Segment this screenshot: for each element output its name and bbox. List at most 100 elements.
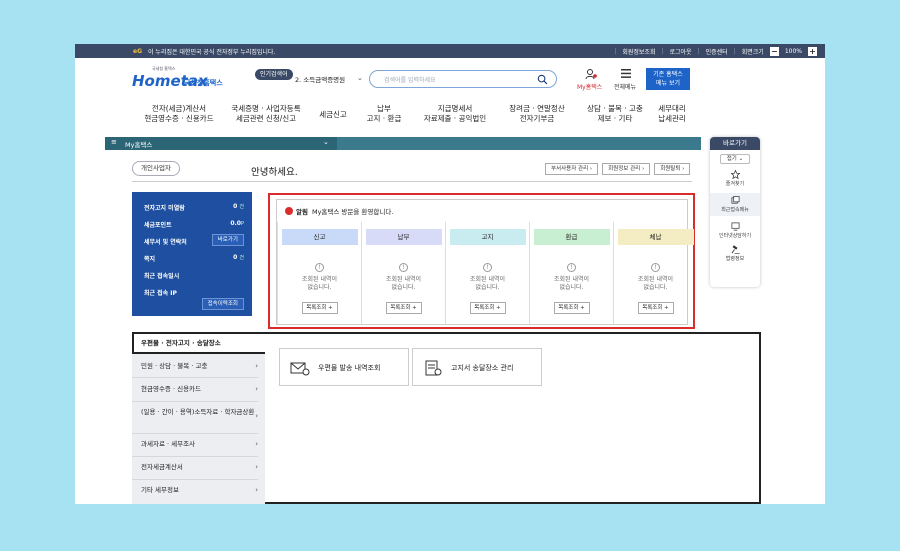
- list-view-button[interactable]: 목록조회 +: [637, 302, 674, 314]
- nav-item-tax-filing[interactable]: 세금신고: [313, 110, 353, 138]
- favorites-link[interactable]: 즐겨찾기: [710, 170, 760, 187]
- nav-item-payment[interactable]: 납부 고지 · 환급: [359, 104, 409, 132]
- unread-notice-label: 전자고지 미열람: [144, 205, 185, 212]
- nav-item-statements[interactable]: 지급명세서 자료제출 · 공익법인: [415, 104, 495, 132]
- sidebar-item-income-data[interactable]: (일용 · 간이 · 용역)소득자료 · 학자금상환 ›: [132, 408, 258, 420]
- notice-column-notice: 고지 ! 조회된 내역이 없습니다. 목록조회 +: [445, 222, 529, 324]
- message-value[interactable]: 0 건: [233, 254, 244, 261]
- section-title[interactable]: 우편물 · 전자고지 · 송달장소: [132, 332, 265, 354]
- chevron-right-icon: ›: [255, 412, 258, 420]
- tab-filing[interactable]: 신고: [281, 229, 358, 245]
- list-view-button[interactable]: 목록조회 +: [469, 302, 506, 314]
- notice-column-refund: 환급 ! 조회된 내역이 없습니다. 목록조회 +: [529, 222, 613, 324]
- nav-item-e-invoice[interactable]: 전자(세금)계산서 현금영수증 · 신용카드: [139, 104, 219, 132]
- search-placeholder: 검색어를 입력하세요: [384, 77, 436, 84]
- my-hometax-bar-label: My홈택스: [125, 141, 153, 149]
- chevron-right-icon: ›: [255, 385, 258, 393]
- monitor-icon: [731, 222, 739, 231]
- hamburger-menu-icon[interactable]: [621, 69, 631, 78]
- list-view-button[interactable]: 목록조회 +: [301, 302, 338, 314]
- info-icon: !: [483, 263, 492, 272]
- recent-pages-icon: [731, 196, 739, 204]
- dept-user-manage-button[interactable]: 부서사용자 관리 ›: [545, 163, 599, 175]
- top-bar: eG 이 누리집은 대한민국 공식 전자정부 누리집입니다. | 회원정보조회 …: [75, 44, 825, 58]
- all-menu-link[interactable]: 전체메뉴: [614, 82, 636, 91]
- business-type-badge: 개인사업자: [132, 161, 180, 176]
- info-icon: !: [567, 263, 576, 272]
- chevron-down-icon[interactable]: ⌄: [323, 138, 329, 146]
- nav-item-consulting[interactable]: 상담 · 불복 · 고충 제보 · 기타: [579, 104, 651, 132]
- mail-icon: [290, 362, 310, 376]
- star-icon: [730, 170, 740, 179]
- mail-history-card[interactable]: 우편물 발송 내역조회: [279, 348, 409, 386]
- menu-icon: ≡: [111, 138, 117, 146]
- divider: [132, 181, 692, 182]
- tab-payment[interactable]: 납부: [365, 229, 442, 245]
- zoom-in-button[interactable]: +: [808, 46, 817, 56]
- tab-refund[interactable]: 환급: [533, 229, 610, 245]
- tax-office-label: 세무서 및 연락처: [144, 239, 187, 246]
- chevron-right-icon: ›: [255, 440, 258, 448]
- list-view-button[interactable]: 목록조회 +: [553, 302, 590, 314]
- zoom-out-button[interactable]: −: [769, 46, 779, 56]
- greeting: 안녕하세요.: [251, 167, 298, 178]
- cert-center-link[interactable]: 인증센터: [706, 47, 728, 56]
- nav-item-tax-agent[interactable]: 세무대리 납세관리: [649, 104, 695, 132]
- message-label: 쪽지: [144, 256, 156, 263]
- popular-search-term[interactable]: 2. 소득금액증명원: [295, 74, 345, 84]
- menu-bar-background: [331, 137, 701, 150]
- sidebar-item-cash-receipt[interactable]: 현금영수증 · 신용카드 ›: [132, 385, 258, 394]
- my-hometax-link[interactable]: My홈택스: [577, 82, 602, 91]
- withdraw-button[interactable]: 회원탈퇴 ›: [654, 163, 691, 175]
- info-icon: !: [315, 263, 324, 272]
- unread-notice-value[interactable]: 0 건: [233, 203, 244, 210]
- fold-button[interactable]: 접기 ⌄: [720, 154, 750, 164]
- member-info-manage-button[interactable]: 회원정보 관리 ›: [602, 163, 651, 175]
- gavel-icon: [731, 245, 740, 254]
- login-history-button[interactable]: 접속이력조회: [201, 298, 244, 310]
- my-hometax-bar[interactable]: ≡ My홈택스 ⌄: [105, 137, 337, 150]
- egov-logo: eG: [133, 47, 142, 55]
- logout-link[interactable]: 로그아웃: [670, 47, 692, 56]
- last-login-time-label: 최근 접속일시: [144, 273, 180, 280]
- chevron-right-icon: ›: [255, 362, 258, 370]
- delivery-place-card[interactable]: 고지서 송달장소 관리: [412, 348, 542, 386]
- chevron-down-icon[interactable]: ⌄: [357, 74, 363, 82]
- quick-links-panel: 바로가기 접기 ⌄ 즐겨찾기 최근접속메뉴 인터넷상담하기 법령정보: [710, 137, 760, 287]
- chevron-right-icon: ›: [255, 486, 258, 494]
- internet-consult-link[interactable]: 인터넷상담하기: [710, 222, 760, 239]
- sidebar-item-tax-audit[interactable]: 과세자료 · 세무조사 ›: [132, 440, 258, 449]
- hometax-logo[interactable]: 국세청 홈택스 Hometax 국세청홈택스: [132, 66, 232, 94]
- search-icon[interactable]: [537, 74, 548, 85]
- old-hometax-menu-button[interactable]: 기존 홈택스 메뉴 보기: [646, 68, 690, 90]
- tax-point-value[interactable]: 0.0P: [230, 220, 244, 227]
- tax-point-label: 세금포인트: [144, 222, 172, 229]
- notice-column-filing: 신고 ! 조회된 내역이 없습니다. 목록조회 +: [277, 222, 361, 324]
- law-info-link[interactable]: 법령정보: [710, 245, 760, 262]
- hometax-page: eG 이 누리집은 대한민국 공식 전자정부 누리집입니다. | 회원정보조회 …: [75, 44, 825, 504]
- nav-item-certificates[interactable]: 국세증명 · 사업자등록 세금관련 신청/신고: [225, 104, 307, 132]
- popular-search-label: 인기검색어: [255, 69, 293, 80]
- recent-menu-link[interactable]: 최근접속메뉴: [710, 193, 760, 216]
- quick-links-title: 바로가기: [710, 137, 760, 150]
- notice-header: 알림 My홈택스 방문을 환영합니다.: [285, 206, 393, 216]
- notice-column-payment: 납부 ! 조회된 내역이 없습니다. 목록조회 +: [361, 222, 445, 324]
- info-icon: !: [651, 263, 660, 272]
- tax-office-shortcut-button[interactable]: 바로가기: [211, 234, 244, 246]
- member-info-link[interactable]: 회원정보조회: [622, 47, 655, 56]
- delivery-place-label: 고지서 송달장소 관리: [451, 364, 514, 372]
- document-settings-icon: [425, 360, 442, 376]
- account-buttons: 부서사용자 관리 › 회원정보 관리 › 회원탈퇴 ›: [545, 163, 691, 175]
- sidebar-item-complaints[interactable]: 민원 · 상담 · 불복 · 고충 ›: [132, 362, 258, 371]
- sidebar-item-e-tax-invoice[interactable]: 전자세금계산서 ›: [132, 463, 258, 472]
- list-view-button[interactable]: 목록조회 +: [385, 302, 422, 314]
- tab-notice[interactable]: 고지: [449, 229, 526, 245]
- my-hometax-icon[interactable]: [585, 68, 597, 80]
- last-login-ip-label: 최근 접속 IP: [144, 290, 177, 297]
- nav-item-incentives[interactable]: 장려금 · 연말정산 전자기부금: [499, 104, 575, 132]
- tab-arrears[interactable]: 체납: [617, 229, 694, 245]
- zoom-value: 100%: [784, 47, 802, 55]
- sidebar-item-other-info[interactable]: 기타 세무정보 ›: [132, 486, 258, 495]
- logo-subtitle: 국세청홈택스: [184, 79, 223, 87]
- search-input[interactable]: 검색어를 입력하세요: [369, 70, 557, 88]
